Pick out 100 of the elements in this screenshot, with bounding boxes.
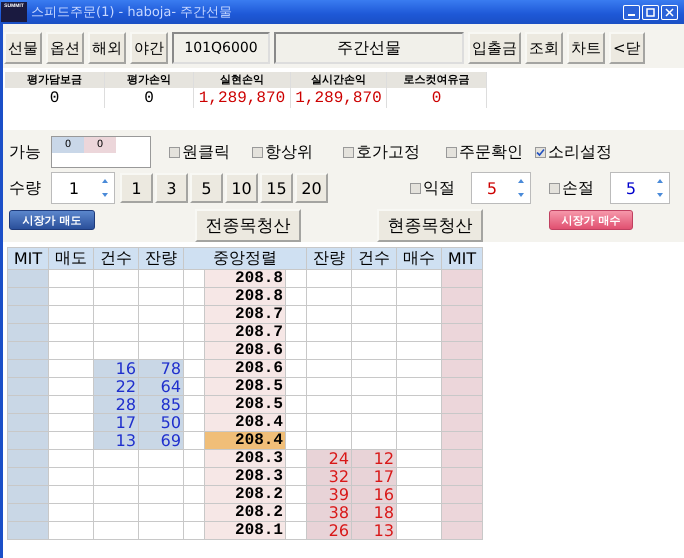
mit-cell[interactable] xyxy=(8,306,48,324)
price-cell[interactable]: 208.8 xyxy=(204,270,286,288)
quantity-button[interactable]: 20 xyxy=(295,173,328,203)
mit-cell[interactable] xyxy=(442,432,482,450)
sell-count-cell xyxy=(94,486,138,504)
sell-count-cell: 16 xyxy=(94,360,138,378)
price-cell[interactable]: 208.7 xyxy=(204,306,286,324)
quantity-button[interactable]: 1 xyxy=(120,173,153,203)
market-sell-button[interactable]: 시장가 매도 xyxy=(9,210,95,230)
price-cell[interactable]: 208.5 xyxy=(204,396,286,414)
mit-cell[interactable] xyxy=(442,306,482,324)
price-cell[interactable]: 208.6 xyxy=(204,360,286,378)
down-arrow-icon[interactable] xyxy=(657,193,663,197)
mit-cell[interactable] xyxy=(442,396,482,414)
mit-cell[interactable] xyxy=(8,432,48,450)
toolbar-button[interactable]: <닫 xyxy=(609,32,645,64)
mit-cell[interactable] xyxy=(442,360,482,378)
number-spinner[interactable]: 5 xyxy=(471,172,531,204)
price-cell[interactable]: 208.4 xyxy=(204,414,286,432)
quantity-button[interactable]: 5 xyxy=(190,173,223,203)
sell-count-cell xyxy=(94,306,138,324)
up-arrow-icon[interactable] xyxy=(657,179,663,183)
order-cell[interactable] xyxy=(48,342,94,360)
price-cell[interactable]: 208.1 xyxy=(204,522,286,540)
buy-count-cell: 17 xyxy=(352,468,396,486)
liquidate-button[interactable]: 전종목청산 xyxy=(195,208,301,242)
order-cell[interactable] xyxy=(48,450,94,468)
mit-cell[interactable] xyxy=(8,360,48,378)
sell-count-cell xyxy=(94,504,138,522)
down-arrow-icon[interactable] xyxy=(518,193,524,197)
checkbox[interactable] xyxy=(343,146,354,158)
price-cell[interactable]: 208.2 xyxy=(204,504,286,522)
order-cell[interactable] xyxy=(48,324,94,342)
mit-cell[interactable] xyxy=(8,486,48,504)
price-cell[interactable]: 208.3 xyxy=(204,450,286,468)
checkbox[interactable] xyxy=(549,182,560,194)
toolbar-button[interactable]: 야간 xyxy=(130,32,168,64)
mit-cell[interactable] xyxy=(8,504,48,522)
mit-cell[interactable] xyxy=(8,378,48,396)
mit-cell[interactable] xyxy=(8,342,48,360)
order-cell[interactable] xyxy=(48,522,94,540)
price-cell[interactable]: 208.4 xyxy=(204,432,286,450)
mit-cell[interactable] xyxy=(8,414,48,432)
mit-cell[interactable] xyxy=(442,270,482,288)
order-cell[interactable] xyxy=(48,270,94,288)
toolbar-button[interactable]: 입출금 xyxy=(468,32,521,64)
order-cell[interactable] xyxy=(48,468,94,486)
quantity-button[interactable]: 3 xyxy=(155,173,188,203)
number-spinner[interactable]: 5 xyxy=(610,172,670,204)
checkbox[interactable] xyxy=(446,146,457,158)
mit-cell[interactable] xyxy=(442,504,482,522)
mit-cell[interactable] xyxy=(442,414,482,432)
number-spinner[interactable]: 1 xyxy=(51,172,115,204)
down-arrow-icon[interactable] xyxy=(102,193,108,197)
price-cell[interactable]: 208.8 xyxy=(204,288,286,306)
toolbar-button[interactable]: 조회 xyxy=(525,32,563,64)
mit-cell[interactable] xyxy=(442,486,482,504)
mit-cell[interactable] xyxy=(442,522,482,540)
price-cell[interactable]: 208.3 xyxy=(204,468,286,486)
summary-value: 1,289,870 xyxy=(198,88,286,108)
mit-cell[interactable] xyxy=(442,288,482,306)
quantity-button[interactable]: 10 xyxy=(225,173,258,203)
checkbox[interactable] xyxy=(169,146,180,158)
quantity-button[interactable]: 15 xyxy=(260,173,293,203)
buy-count-cell xyxy=(352,270,396,288)
mit-cell[interactable] xyxy=(442,324,482,342)
mit-cell[interactable] xyxy=(8,270,48,288)
maximize-button[interactable] xyxy=(642,4,659,20)
toolbar-button[interactable]: 해외 xyxy=(88,32,126,64)
order-cell[interactable] xyxy=(48,486,94,504)
mit-cell[interactable] xyxy=(442,378,482,396)
mit-cell[interactable] xyxy=(8,450,48,468)
minimize-button[interactable] xyxy=(623,4,640,20)
up-arrow-icon[interactable] xyxy=(102,179,108,183)
mit-cell[interactable] xyxy=(442,342,482,360)
checkbox[interactable] xyxy=(252,146,263,158)
checkbox-label: 호가고정 xyxy=(356,142,420,162)
price-cell[interactable]: 208.5 xyxy=(204,378,286,396)
close-button[interactable] xyxy=(661,4,678,20)
toolbar-button[interactable]: 옵션 xyxy=(46,32,84,64)
mit-cell[interactable] xyxy=(442,450,482,468)
mit-cell[interactable] xyxy=(8,468,48,486)
mit-cell[interactable] xyxy=(8,522,48,540)
toolbar-button[interactable]: 차트 xyxy=(567,32,605,64)
price-cell[interactable]: 208.2 xyxy=(204,486,286,504)
price-cell[interactable]: 208.7 xyxy=(204,324,286,342)
order-cell[interactable] xyxy=(48,306,94,324)
toolbar-button[interactable]: 선물 xyxy=(4,32,42,64)
mit-cell[interactable] xyxy=(8,324,48,342)
checkbox[interactable] xyxy=(410,182,421,194)
mit-cell[interactable] xyxy=(8,396,48,414)
column-header: 건수 xyxy=(94,248,138,270)
mit-cell[interactable] xyxy=(442,468,482,486)
up-arrow-icon[interactable] xyxy=(518,179,524,183)
checkbox[interactable] xyxy=(535,146,546,158)
mit-cell[interactable] xyxy=(8,288,48,306)
liquidate-button[interactable]: 현종목청산 xyxy=(377,208,483,242)
price-cell[interactable]: 208.6 xyxy=(204,342,286,360)
order-cell[interactable] xyxy=(48,504,94,522)
order-cell[interactable] xyxy=(48,288,94,306)
